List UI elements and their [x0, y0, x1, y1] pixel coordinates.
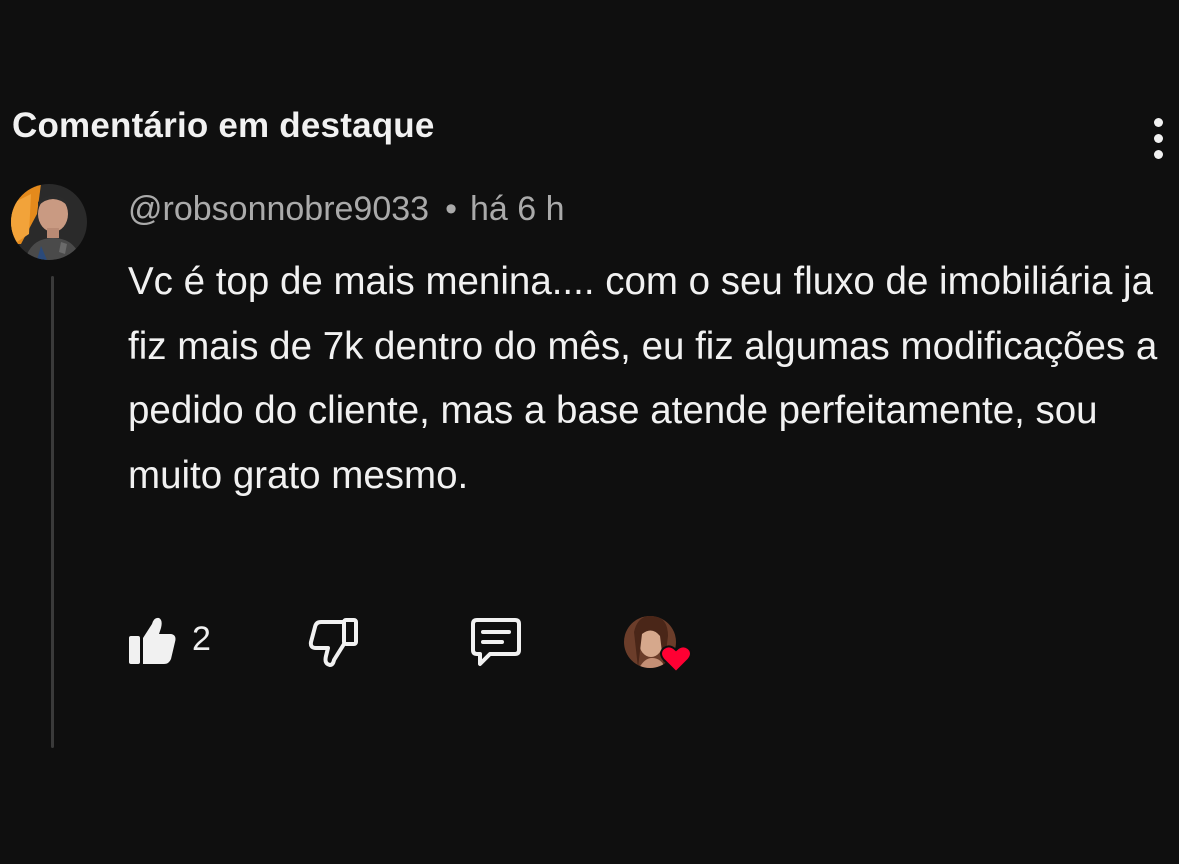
- more-vert-icon-dot: [1153, 149, 1163, 159]
- comment-meta: @robsonnobre9033 • há 6 h: [128, 190, 565, 229]
- comment-time[interactable]: há 6 h: [470, 190, 565, 229]
- thread-line: [51, 276, 54, 748]
- thumbs-up-icon: [129, 617, 176, 664]
- creator-heart-icon: [624, 616, 692, 674]
- creator-heart-badge: [624, 612, 694, 676]
- comment-actions: 2: [0, 606, 800, 676]
- section-title: Comentário em destaque: [12, 106, 435, 145]
- user-avatar: [11, 184, 87, 260]
- comment-author[interactable]: @robsonnobre9033: [128, 190, 429, 229]
- comment-icon: [471, 618, 521, 666]
- dislike-button[interactable]: [304, 612, 362, 670]
- more-options-button[interactable]: [1138, 112, 1178, 164]
- author-avatar[interactable]: [11, 184, 87, 260]
- more-vert-icon-dot: [1153, 133, 1163, 143]
- like-button[interactable]: [124, 612, 180, 668]
- meta-separator: •: [445, 190, 457, 228]
- reply-button[interactable]: [464, 612, 524, 672]
- like-count: 2: [192, 620, 211, 658]
- comment-text: Vc é top de mais menina.... com o seu fl…: [128, 260, 1158, 497]
- thumbs-down-icon: [308, 618, 358, 667]
- more-vert-icon: [1153, 117, 1163, 127]
